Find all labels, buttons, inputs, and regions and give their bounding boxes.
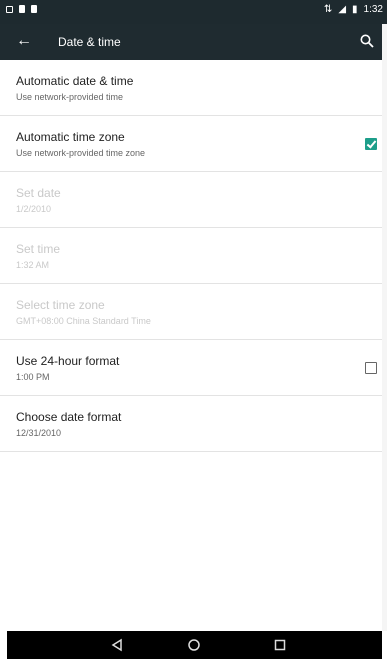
edge-shadow: [382, 24, 387, 631]
setting-choose-date-format[interactable]: Choose date format 12/31/2010: [0, 396, 387, 452]
setting-title: Automatic date & time: [16, 74, 134, 88]
automatic-time-zone-checkbox[interactable]: [365, 138, 377, 150]
notification-icon: [19, 5, 25, 13]
setting-subtitle: Use network-provided time zone: [16, 148, 146, 158]
setting-title: Set time: [16, 242, 61, 256]
setting-subtitle: GMT+08:00 China Standard Time: [16, 316, 151, 326]
back-arrow-icon[interactable]: ←: [16, 32, 32, 50]
setting-subtitle: Use network-provided time: [16, 92, 124, 102]
setting-select-time-zone: Select time zone GMT+08:00 China Standar…: [0, 284, 387, 340]
back-triangle-icon[interactable]: [110, 638, 124, 652]
toolbar: ← Date & time: [0, 24, 387, 60]
setting-use-24-hour-format[interactable]: Use 24-hour format 1:00 PM: [0, 340, 387, 396]
status-time: 1:32: [363, 4, 383, 15]
navigation-bar: [7, 631, 382, 659]
status-notifications: [6, 5, 37, 13]
use-24-hour-format-checkbox[interactable]: [365, 362, 377, 374]
search-icon[interactable]: [359, 33, 375, 49]
setting-title: Set date: [16, 186, 61, 200]
setting-set-time: Set time 1:32 AM: [0, 228, 387, 284]
battery-icon: ▮: [352, 4, 358, 15]
notification-icon: [31, 5, 37, 13]
setting-title: Use 24-hour format: [16, 354, 120, 368]
setting-subtitle: 1:00 PM: [16, 372, 50, 382]
setting-set-date: Set date 1/2/2010: [0, 172, 387, 228]
notification-icon: [6, 5, 13, 13]
setting-automatic-time-zone[interactable]: Automatic time zone Use network-provided…: [0, 116, 387, 172]
setting-title: Select time zone: [16, 298, 105, 312]
home-circle-icon[interactable]: [187, 638, 201, 652]
setting-subtitle: 1/2/2010: [16, 204, 52, 214]
settings-list: Automatic date & time Use network-provid…: [0, 60, 387, 452]
recents-square-icon[interactable]: [273, 638, 287, 652]
signal-icon: ◢: [338, 4, 347, 15]
setting-title: Choose date format: [16, 410, 122, 424]
status-bar: ⇅ ◢ ▮ 1:32: [0, 0, 387, 24]
setting-title: Automatic time zone: [16, 130, 125, 144]
status-indicators: ⇅ ◢ ▮ 1:32: [324, 4, 383, 15]
setting-subtitle: 12/31/2010: [16, 428, 62, 438]
setting-automatic-date-time[interactable]: Automatic date & time Use network-provid…: [0, 60, 387, 116]
sync-icon: ⇅: [323, 4, 333, 15]
page-title: Date & time: [58, 35, 121, 49]
setting-subtitle: 1:32 AM: [16, 260, 50, 270]
